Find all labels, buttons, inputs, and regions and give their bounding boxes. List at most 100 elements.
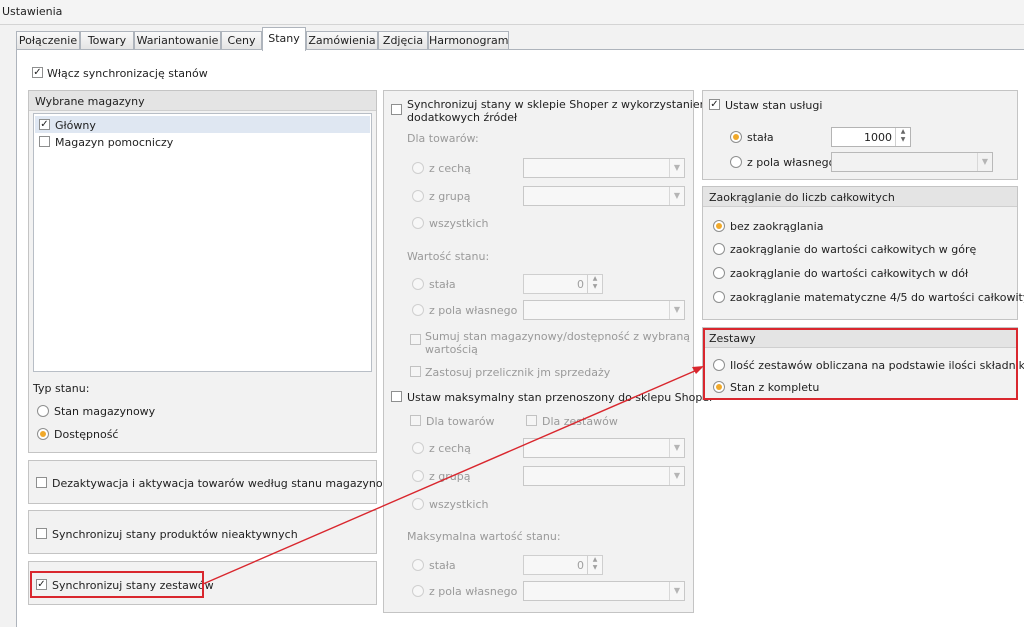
max-for-goods-label: Dla towarów bbox=[426, 415, 495, 428]
max-value-radio-pole[interactable] bbox=[412, 585, 424, 597]
sync-sets-checkbox[interactable]: ✓ bbox=[36, 579, 47, 590]
rounding-radio-none[interactable] bbox=[713, 220, 725, 232]
sum-label-line2: wartością bbox=[425, 343, 478, 356]
warehouses-title: Wybrane magazyny bbox=[29, 91, 376, 111]
warehouse-checkbox-glowny[interactable]: ✓ bbox=[39, 119, 50, 130]
stock-type-label: Typ stanu: bbox=[33, 382, 90, 395]
value-option-stala: stała bbox=[429, 278, 456, 291]
shoper-sources-checkbox[interactable] bbox=[391, 104, 402, 115]
max-for-sets-label: Dla zestawów bbox=[542, 415, 618, 428]
max-stock-checkbox[interactable] bbox=[391, 391, 402, 402]
goods-radio-cecha[interactable] bbox=[412, 162, 424, 174]
tab-strip: Połączenie Towary Wariantowanie Ceny Sta… bbox=[0, 24, 1024, 51]
value-option-pole: z pola własnego bbox=[429, 304, 518, 317]
rounding-option-down: zaokrąglanie do wartości całkowitych w d… bbox=[730, 267, 969, 280]
goods-cecha-dropdown[interactable]: ▼ bbox=[523, 158, 685, 178]
enable-sync-checkbox[interactable]: ✓ bbox=[32, 67, 43, 78]
max-grupa-dropdown[interactable]: ▼ bbox=[523, 466, 685, 486]
tab-zdjecia[interactable]: Zdjęcia bbox=[378, 31, 428, 50]
stock-type-option-magazynowy: Stan magazynowy bbox=[54, 405, 156, 418]
sum-checkbox[interactable] bbox=[410, 334, 421, 345]
goods-radio-grupa[interactable] bbox=[412, 190, 424, 202]
service-option-pole: z pola własnego bbox=[747, 156, 836, 169]
apply-converter-label: Zastosuj przelicznik jm sprzedaży bbox=[425, 366, 611, 379]
chevron-down-icon: ▼ bbox=[669, 187, 684, 205]
max-value-option-pole: z pola własnego bbox=[429, 585, 518, 598]
list-item[interactable]: ✓ Główny bbox=[35, 116, 370, 133]
value-radio-pole[interactable] bbox=[412, 304, 424, 316]
goods-grupa-dropdown[interactable]: ▼ bbox=[523, 186, 685, 206]
tab-zamowienia[interactable]: Zamówienia bbox=[306, 31, 378, 50]
goods-option-grupa: z grupą bbox=[429, 190, 471, 203]
max-value-label: Maksymalna wartość stanu: bbox=[407, 530, 561, 543]
max-value-constant: 0 bbox=[577, 559, 584, 572]
chevron-down-icon: ▼ bbox=[669, 467, 684, 485]
list-item[interactable]: Magazyn pomocniczy bbox=[35, 133, 370, 150]
tab-ceny[interactable]: Ceny bbox=[221, 31, 262, 50]
value-radio-stala[interactable] bbox=[412, 278, 424, 290]
goods-option-wszystkich: wszystkich bbox=[429, 217, 489, 230]
max-goods-radio-cecha[interactable] bbox=[412, 442, 424, 454]
max-goods-option-wszystkich: wszystkich bbox=[429, 498, 489, 511]
warehouse-checkbox-pomocniczy[interactable] bbox=[39, 136, 50, 147]
max-for-sets-checkbox[interactable] bbox=[526, 415, 537, 426]
rounding-radio-down[interactable] bbox=[713, 267, 725, 279]
tab-wariantowanie[interactable]: Wariantowanie bbox=[134, 31, 221, 50]
max-value-option-stala: stała bbox=[429, 559, 456, 572]
rounding-option-math: zaokrąglanie matematyczne 4/5 do wartośc… bbox=[730, 291, 1024, 304]
value-pole-dropdown[interactable]: ▼ bbox=[523, 300, 685, 320]
chevron-down-icon: ▼ bbox=[669, 439, 684, 457]
sets-radio-components[interactable] bbox=[713, 359, 725, 371]
stock-type-option-dostepnosc: Dostępność bbox=[54, 428, 119, 441]
stepper-arrows-icon: ▲ ▼ bbox=[895, 128, 910, 146]
goods-radio-wszystkich[interactable] bbox=[412, 217, 424, 229]
window-titlebar: Ustawienia bbox=[0, 0, 1024, 25]
max-goods-radio-wszystkich[interactable] bbox=[412, 498, 424, 510]
value-constant: 0 bbox=[577, 278, 584, 291]
service-constant-stepper[interactable]: 1000 ▲ ▼ bbox=[831, 127, 911, 147]
sync-inactive-label: Synchronizuj stany produktów nieaktywnyc… bbox=[52, 528, 298, 541]
max-cecha-dropdown[interactable]: ▼ bbox=[523, 438, 685, 458]
warehouse-label-pomocniczy: Magazyn pomocniczy bbox=[55, 136, 174, 149]
apply-converter-checkbox[interactable] bbox=[410, 366, 421, 377]
rounding-title: Zaokrąglanie do liczb całkowitych bbox=[703, 187, 1017, 207]
chevron-down-icon: ▼ bbox=[669, 582, 684, 600]
warehouses-list[interactable]: ✓ Główny Magazyn pomocniczy bbox=[33, 113, 372, 372]
service-pole-dropdown[interactable]: ▼ bbox=[831, 152, 993, 172]
rounding-option-none: bez zaokrąglania bbox=[730, 220, 824, 233]
deactivate-checkbox[interactable] bbox=[36, 477, 47, 488]
max-value-stepper[interactable]: 0 ▲ ▼ bbox=[523, 555, 603, 575]
sets-option-components: Ilość zestawów obliczana na podstawie il… bbox=[730, 359, 1024, 372]
max-value-radio-stala[interactable] bbox=[412, 559, 424, 571]
warehouse-label-glowny: Główny bbox=[55, 119, 96, 132]
rounding-radio-up[interactable] bbox=[713, 243, 725, 255]
shoper-sources-label-line1: Synchronizuj stany w sklepie Shoper z wy… bbox=[407, 98, 711, 111]
max-for-goods-checkbox[interactable] bbox=[410, 415, 421, 426]
value-label: Wartość stanu: bbox=[407, 250, 490, 263]
rounding-radio-math[interactable] bbox=[713, 291, 725, 303]
max-pole-dropdown[interactable]: ▼ bbox=[523, 581, 685, 601]
tab-towary[interactable]: Towary bbox=[80, 31, 134, 50]
service-radio-stala[interactable] bbox=[730, 131, 742, 143]
tab-polaczenie[interactable]: Połączenie bbox=[16, 31, 80, 50]
service-option-stala: stała bbox=[747, 131, 774, 144]
max-goods-radio-grupa[interactable] bbox=[412, 470, 424, 482]
value-constant-stepper[interactable]: 0 ▲ ▼ bbox=[523, 274, 603, 294]
enable-sync-label: Włącz synchronizację stanów bbox=[47, 67, 208, 80]
sync-sets-label: Synchronizuj stany zestawów bbox=[52, 579, 214, 592]
sets-radio-kit[interactable] bbox=[713, 381, 725, 393]
stock-type-radio-dostepnosc[interactable] bbox=[37, 428, 49, 440]
chevron-down-icon: ▼ bbox=[977, 153, 992, 171]
service-stock-checkbox[interactable]: ✓ bbox=[709, 99, 720, 110]
tab-harmonogram[interactable]: Harmonogram bbox=[428, 31, 509, 50]
service-radio-pole[interactable] bbox=[730, 156, 742, 168]
shoper-sources-label-line2: dodatkowych źródeł bbox=[407, 111, 518, 124]
sync-inactive-checkbox[interactable] bbox=[36, 528, 47, 539]
chevron-down-icon: ▼ bbox=[669, 301, 684, 319]
window-title: Ustawienia bbox=[2, 5, 63, 18]
stepper-arrows-icon: ▲ ▼ bbox=[587, 275, 602, 293]
stock-type-radio-magazynowy[interactable] bbox=[37, 405, 49, 417]
sets-option-kit: Stan z kompletu bbox=[730, 381, 820, 394]
stepper-arrows-icon: ▲ ▼ bbox=[587, 556, 602, 574]
tab-stany[interactable]: Stany bbox=[262, 27, 306, 51]
